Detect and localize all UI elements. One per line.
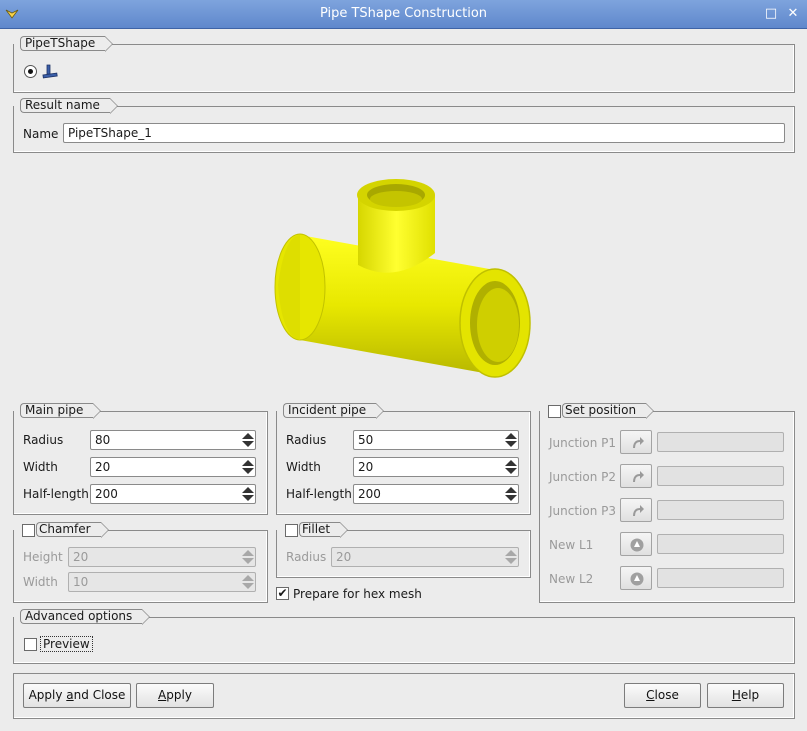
select-circle-arrow-icon	[630, 572, 644, 586]
select-arrow-icon	[633, 505, 644, 516]
main-pipe-group: Main pipe Radius 80 Width 20 Half-length…	[13, 403, 268, 515]
constructor-group-label: PipeTShape	[20, 36, 114, 52]
incident-width-input[interactable]: 20	[353, 457, 519, 477]
apply-and-close-text-2: nd Close	[73, 688, 126, 702]
incident-radius-input[interactable]: 50	[353, 430, 519, 450]
main-half-length-spin-icon[interactable]	[239, 484, 257, 504]
main-radius-input[interactable]: 80	[90, 430, 256, 450]
fillet-radius-input[interactable]: 20	[331, 547, 519, 567]
chamfer-checkbox[interactable]	[22, 524, 35, 537]
hex-mesh-label[interactable]: Prepare for hex mesh	[293, 587, 422, 601]
apply-text: pply	[166, 688, 192, 702]
close-window-icon[interactable]: ✕	[786, 7, 800, 21]
result-name-input[interactable]: PipeTShape_1	[63, 123, 785, 143]
incident-half-length-spin-icon[interactable]	[502, 484, 520, 504]
new-l2-select-button[interactable]	[620, 566, 652, 590]
advanced-options-group: Advanced options Preview	[13, 609, 795, 664]
set-position-group: Set position Junction P1 Junction P2 Jun…	[539, 403, 795, 603]
help-mnemonic: H	[731, 688, 741, 702]
preview-label[interactable]: Preview	[40, 636, 93, 652]
junction-p1-select-button[interactable]	[620, 430, 652, 454]
hex-mesh-checkbox[interactable]: ✔	[276, 587, 289, 600]
advanced-options-group-label: Advanced options	[20, 609, 151, 625]
junction-p2-select-button[interactable]	[620, 464, 652, 488]
preview-checkbox[interactable]	[24, 638, 37, 651]
select-arrow-icon	[633, 437, 644, 448]
main-half-length-label: Half-length	[23, 487, 89, 501]
new-l1-label: New L1	[549, 538, 594, 552]
main-radius-spin-icon[interactable]	[239, 430, 257, 450]
apply-and-close-button[interactable]: Apply and Close	[23, 683, 131, 708]
incident-pipe-group-label: Incident pipe	[283, 403, 385, 419]
incident-radius-label: Radius	[286, 433, 327, 447]
incident-pipe-group: Incident pipe Radius 50 Width 20 Half-le…	[276, 403, 531, 515]
chamfer-width-input[interactable]: 10	[68, 572, 256, 592]
new-l2-label: New L2	[549, 572, 594, 586]
help-text: elp	[740, 688, 760, 702]
apply-button[interactable]: Apply	[136, 683, 214, 708]
maximize-icon[interactable]: □	[764, 7, 778, 21]
chamfer-group-label: Chamfer	[36, 522, 109, 538]
apply-and-close-mnemonic: a	[66, 688, 74, 702]
title-bar[interactable]: Pipe TShape Construction □ ✕	[0, 0, 807, 29]
fillet-group-label: Fillet	[299, 522, 349, 538]
new-l1-select-button[interactable]	[620, 532, 652, 556]
close-mnemonic: C	[646, 688, 655, 702]
main-pipe-group-label: Main pipe	[20, 403, 102, 419]
result-name-group: Result name Name PipeTShape_1	[13, 98, 795, 153]
junction-p2-field[interactable]	[657, 466, 784, 486]
chamfer-height-spin-icon[interactable]	[239, 547, 257, 567]
pipe-tshape-preview-image	[274, 179, 531, 378]
constructor-group: PipeTShape	[13, 36, 795, 93]
chamfer-height-input[interactable]: 20	[68, 547, 256, 567]
main-width-label: Width	[23, 460, 58, 474]
junction-p1-field[interactable]	[657, 432, 784, 452]
main-width-spin-icon[interactable]	[239, 457, 257, 477]
incident-half-length-input[interactable]: 200	[353, 484, 519, 504]
new-l1-field[interactable]	[657, 534, 784, 554]
window-title: Pipe TShape Construction	[319, 6, 488, 21]
name-label: Name	[23, 127, 59, 141]
junction-p3-field[interactable]	[657, 500, 784, 520]
constructor-radio[interactable]	[24, 65, 37, 78]
select-arrow-icon	[633, 471, 644, 482]
main-radius-label: Radius	[23, 433, 64, 447]
fillet-radius-label: Radius	[286, 550, 327, 564]
set-position-checkbox[interactable]	[548, 405, 561, 418]
main-half-length-input[interactable]: 200	[90, 484, 256, 504]
set-position-group-label: Set position	[562, 403, 655, 419]
fillet-radius-spin-icon[interactable]	[502, 547, 520, 567]
chamfer-group: Chamfer Height 20 Width 10	[13, 522, 268, 603]
help-button[interactable]: Help	[707, 683, 784, 708]
button-bar: Apply and Close Apply Close Help	[13, 673, 795, 719]
incident-half-length-label: Half-length	[286, 487, 352, 501]
incident-width-label: Width	[286, 460, 321, 474]
result-name-group-label: Result name	[20, 98, 118, 114]
new-l2-field[interactable]	[657, 568, 784, 588]
incident-radius-spin-icon[interactable]	[502, 430, 520, 450]
chamfer-width-spin-icon[interactable]	[239, 572, 257, 592]
junction-p3-select-button[interactable]	[620, 498, 652, 522]
junction-p1-label: Junction P1	[549, 436, 617, 450]
close-text: lose	[654, 688, 679, 702]
chamfer-height-label: Height	[23, 550, 63, 564]
pipe-tshape-icon	[42, 64, 58, 79]
main-width-input[interactable]: 20	[90, 457, 256, 477]
select-circle-arrow-icon	[630, 538, 644, 552]
apply-and-close-text-1: Apply	[28, 688, 67, 702]
close-button[interactable]: Close	[624, 683, 701, 708]
fillet-group: Fillet Radius 20	[276, 522, 531, 578]
incident-width-spin-icon[interactable]	[502, 457, 520, 477]
fillet-checkbox[interactable]	[285, 524, 298, 537]
junction-p3-label: Junction P3	[549, 504, 617, 518]
junction-p2-label: Junction P2	[549, 470, 617, 484]
chamfer-width-label: Width	[23, 575, 58, 589]
